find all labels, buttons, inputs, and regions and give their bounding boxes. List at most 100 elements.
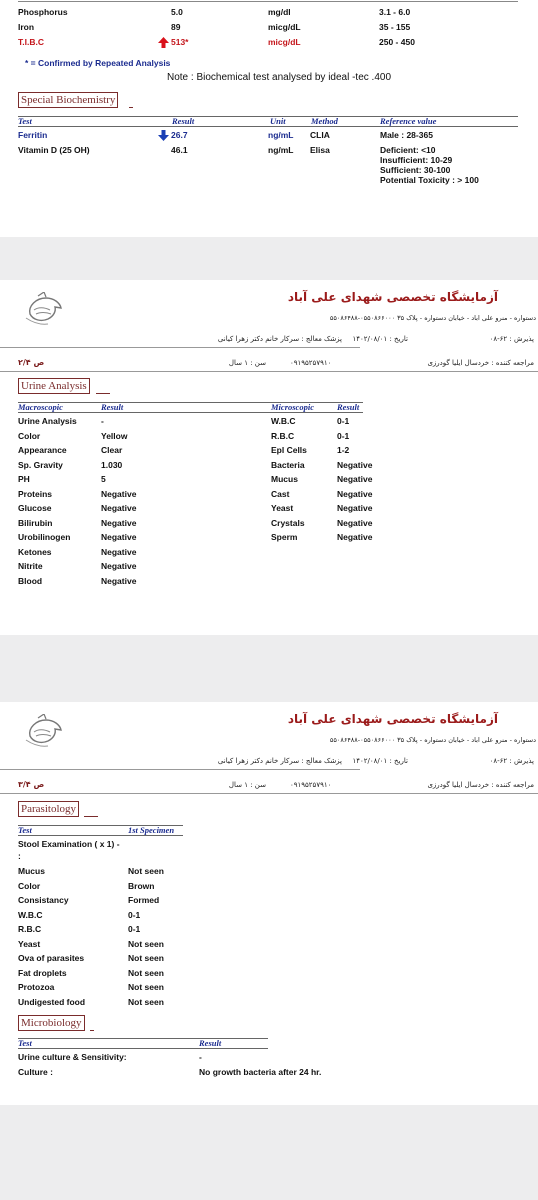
col-header: Result: [101, 402, 124, 412]
col-header: Test: [18, 116, 32, 126]
test-ref-line: Deficient: <10: [380, 145, 436, 155]
col-header: Result: [199, 1038, 222, 1048]
reception-no: پذیرش : ۶۲-۰۸: [489, 335, 534, 343]
macro-test-value: Negative: [101, 561, 137, 571]
page-number: ص ۳/۴: [18, 780, 45, 789]
col-header: Result: [172, 116, 195, 126]
test-name: Phosphorus: [18, 7, 68, 17]
micro-test-name: W.B.C: [271, 416, 296, 426]
phone-number: ۰۹۱۹۵۲۵۷۹۱۰: [290, 781, 332, 789]
doctor-name: پزشک معالج : سرکار خانم دکتر زهرا کیانی: [217, 335, 342, 343]
section-title: Microbiology: [18, 1015, 85, 1031]
confirmed-note: * = Confirmed by Repeated Analysis: [25, 58, 171, 68]
stool-test-value: Brown: [128, 880, 155, 891]
lab-address: دستواره - منرو علی اباد - خیابان دستواره…: [329, 314, 536, 322]
section-title: Parasitology: [18, 801, 79, 817]
col-header: Unit: [270, 116, 286, 126]
stool-test-value: 0-1: [128, 924, 141, 934]
test-method: Elisa: [310, 145, 330, 155]
macro-test-value: -: [101, 416, 104, 426]
micro-test-value: Negative: [337, 503, 373, 513]
test-unit: ng/mL: [268, 145, 294, 155]
col-header: Test: [18, 1038, 32, 1048]
test-ref: 250 - 450: [379, 37, 415, 47]
macro-test-value: Yellow: [101, 430, 128, 441]
macro-test-value: Negative: [101, 532, 137, 542]
patient-age: سن : ۱ سال: [228, 781, 266, 789]
micro-test-value: Negative: [337, 532, 373, 542]
stool-test-name: W.B.C: [18, 909, 43, 920]
report-page-1: Phosphorus 5.0 mg/dl 3.1 - 6.0 Iron 89 m…: [0, 0, 538, 237]
macro-test-name: Nitrite: [18, 561, 43, 571]
stool-test-value: Not seen: [128, 866, 164, 876]
stool-test-name: Yeast: [18, 938, 41, 949]
low-arrow-icon: [158, 130, 169, 141]
micro-test-value: Negative: [337, 488, 373, 499]
macro-test-value: Negative: [101, 546, 137, 557]
stool-test-name: Consistancy: [18, 895, 69, 905]
test-name: Ferritin: [18, 130, 48, 140]
micro-test-name: R.B.C: [271, 430, 295, 441]
macro-test-name: Urine Analysis: [18, 416, 77, 426]
report-date: تاریخ : ۱۴۰۲/۰۸/۰۱: [352, 335, 408, 343]
patient-age: سن : ۱ سال: [228, 359, 266, 367]
stool-test-name: Ova of parasites: [18, 953, 85, 963]
stool-test-name: Protozoa: [18, 982, 55, 992]
test-unit: mg/dl: [268, 7, 291, 17]
micro-test-value: Negative: [337, 474, 373, 484]
macro-test-value: Negative: [101, 575, 137, 586]
col-header: Result: [337, 402, 360, 412]
col-header: Macroscopic: [18, 402, 63, 412]
high-arrow-icon: [158, 37, 169, 48]
macro-test-name: Sp. Gravity: [18, 459, 63, 470]
micro-test-name: Yeast: [271, 503, 294, 513]
col-header: Reference value: [380, 116, 437, 126]
macro-test-name: Appearance: [18, 445, 67, 455]
test-name: Vitamin D (25 OH): [18, 145, 90, 155]
macro-test-value: Clear: [101, 445, 123, 455]
section-title: Special Biochemistry: [18, 92, 119, 108]
test-ref-line: Sufficient: 30-100: [380, 165, 451, 175]
patient-name: مراجعه کننده : خردسال ایلیا گودرزی: [427, 781, 534, 789]
macro-test-value: Negative: [101, 503, 137, 513]
macro-test-value: 1.030: [101, 459, 123, 470]
stool-test-name: Fat droplets: [18, 967, 67, 978]
stool-test-value: 0-1: [128, 909, 141, 920]
test-unit: micg/dL: [268, 37, 301, 47]
test-ref-line: Potential Toxicity : > 100: [380, 175, 479, 185]
stool-test-name: Mucus: [18, 866, 45, 876]
phone-number: ۰۹۱۹۵۲۵۷۹۱۰: [290, 359, 332, 367]
stool-test-name: Color: [18, 880, 41, 891]
test-result: 5.0: [171, 7, 183, 17]
section-title: Urine Analysis: [18, 378, 90, 394]
micro-test-name: Crystals: [271, 517, 305, 528]
stool-test-value: Not seen: [128, 982, 164, 992]
report-page-3: آزمایشگاه تخصصی شهدای علی آباد دستواره -…: [0, 702, 538, 1105]
micro-test-value: 0-1: [337, 416, 350, 426]
col-header: Method: [311, 116, 338, 126]
macro-test-name: Urobilinogen: [18, 532, 71, 542]
macro-test-name: Color: [18, 430, 41, 441]
macro-test-name: PH: [18, 474, 30, 484]
micro-test-name: Culture :: [18, 1067, 53, 1077]
lab-logo-icon: [24, 714, 66, 748]
col-header: 1st Specimen: [128, 825, 175, 835]
micro-test-name: Bacteria: [271, 459, 305, 470]
stool-test-value: Not seen: [128, 953, 164, 963]
reception-no: پذیرش : ۶۲-۰۸: [489, 757, 534, 765]
macro-test-name: Bilirubin: [18, 517, 53, 528]
lab-logo-icon: [24, 292, 66, 326]
test-ref-line: Insufficient: 10-29: [380, 155, 453, 165]
report-page-2: آزمایشگاه تخصصی شهدای علی آباد دستواره -…: [0, 280, 538, 635]
stool-test-name: Undigested food: [18, 996, 86, 1007]
micro-test-name: Sperm: [271, 532, 298, 542]
micro-test-value: 1-2: [337, 445, 350, 455]
test-result: 46.1: [171, 145, 188, 155]
macro-test-name: Ketones: [18, 546, 52, 557]
test-unit: micg/dL: [268, 22, 301, 32]
test-ref: 3.1 - 6.0: [379, 7, 411, 17]
micro-test-value: 0-1: [337, 430, 350, 441]
micro-test-value: Negative: [337, 517, 373, 528]
stool-exam-colon: :: [18, 851, 21, 861]
lab-title: آزمایشگاه تخصصی شهدای علی آباد: [287, 290, 498, 304]
